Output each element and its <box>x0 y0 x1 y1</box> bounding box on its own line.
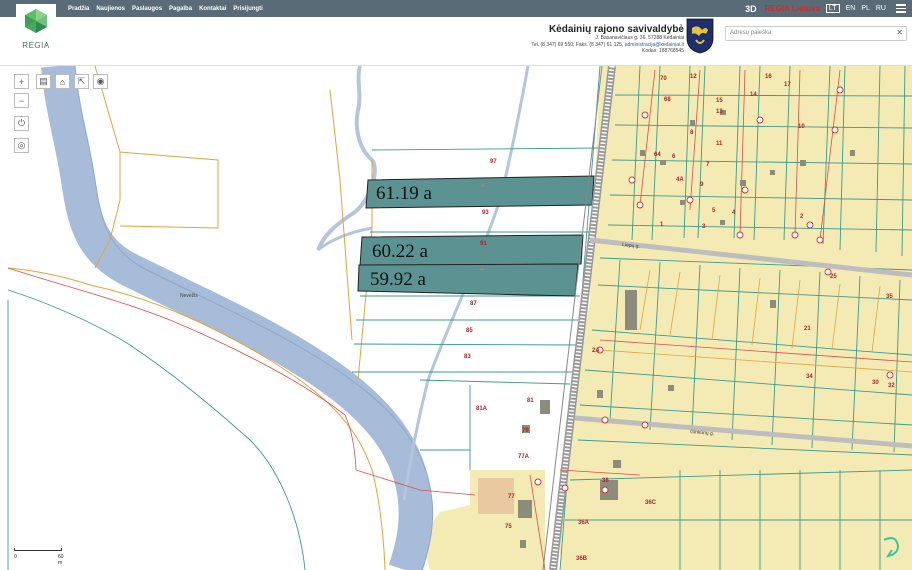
scale-label-start: 0 <box>14 554 17 560</box>
parcel-number: 36 <box>602 478 609 484</box>
top-right-controls: 3D REGIA Lietuva LT EN PL RU <box>745 0 912 17</box>
parcel-number: 17 <box>784 82 791 88</box>
mode-3d-button[interactable]: 3D <box>745 4 757 14</box>
scale-line <box>14 548 62 551</box>
parcel-number: 11 <box>716 141 723 147</box>
coat-of-arms-icon <box>686 18 714 54</box>
layers-icon[interactable]: ▤ <box>36 74 51 89</box>
municipality-phone: Tel. (8 347) 69 550; Faks. (8 347) 61 12… <box>531 41 624 48</box>
parcel-number: 35 <box>886 294 893 300</box>
lang-pl[interactable]: PL <box>861 5 870 12</box>
search-clear-icon[interactable]: ✕ <box>896 28 903 37</box>
logo-text: REGIA <box>22 41 50 50</box>
municipality-email[interactable]: administracija@kedainiai.lt <box>625 42 684 48</box>
parcel-number: 36C <box>645 500 657 506</box>
area-label-2: 60.22 a <box>372 241 429 262</box>
nav-prisijungti[interactable]: Prisijungti <box>233 6 262 12</box>
parcel-number: 64 <box>654 152 661 158</box>
target-icon[interactable]: ◉ <box>93 74 108 89</box>
regia-logo[interactable]: REGIA <box>16 4 56 58</box>
scale-label-end: 60 m <box>58 554 64 566</box>
map-canvas[interactable]: Nevėžis 61.19 a 60.22 a 59.92 a Liepų g.… <box>0 66 912 570</box>
parcel-number: 81 <box>527 398 534 404</box>
municipality-name: Kėdainių rajono savivaldybė <box>548 24 684 35</box>
nav-pradzia[interactable]: Pradžia <box>68 6 89 12</box>
parcel-number: 2A <box>592 348 600 354</box>
parcel-number: 16 <box>765 74 772 80</box>
mouse-icon[interactable]: ⌂ <box>55 74 70 89</box>
lang-ru[interactable]: RU <box>876 5 886 12</box>
parcel-number: 85 <box>466 328 473 334</box>
parcel-number: 36B <box>576 556 588 562</box>
locate-icon[interactable]: ◎ <box>14 138 29 153</box>
parcel-number: 70 <box>660 76 667 82</box>
parcel-number: 14 <box>750 92 757 98</box>
lang-en[interactable]: EN <box>846 5 856 12</box>
parcel-number: 81A <box>476 406 488 412</box>
parcel-number: 77A <box>518 454 530 460</box>
parcel-number: 30 <box>872 380 879 386</box>
header: REGIA Kėdainių rajono savivaldybė J. Bas… <box>0 4 912 66</box>
lang-lt[interactable]: LT <box>825 4 840 13</box>
address-search-input[interactable]: Adresų paieška ✕ <box>725 26 907 41</box>
area-label-3: 59.92 a <box>370 269 427 290</box>
parcel-number: 32 <box>888 383 895 389</box>
nav-paslaugos[interactable]: Paslaugos <box>132 6 162 12</box>
rotate-icon[interactable]: ⏻ <box>14 116 29 131</box>
parcel-number: 79 <box>522 428 529 434</box>
parcel-number: 25 <box>830 274 837 280</box>
parcel-number: 75 <box>505 524 512 530</box>
parcel-number: 91 <box>480 241 487 247</box>
parcel-number: 93 <box>482 210 489 216</box>
parcel-number: 77 <box>508 494 515 500</box>
area-label-1: 61.19 a <box>376 183 433 204</box>
parcel-number: 87 <box>470 301 477 307</box>
river-label: Nevėžis <box>180 293 198 299</box>
parcel-number: 21 <box>804 326 811 332</box>
export-icon[interactable]: ⇱ <box>74 74 89 89</box>
parcel-number: 34 <box>806 374 813 380</box>
parcel-number: 13 <box>716 109 723 115</box>
parcel-number: 97 <box>490 159 497 165</box>
parcel-number: 10 <box>798 124 805 130</box>
zoom-in-button[interactable]: + <box>14 74 29 89</box>
parcel-number: 4A <box>676 177 684 183</box>
nav-naujienos[interactable]: Naujienos <box>96 6 125 12</box>
parcel-number: 12 <box>690 74 697 80</box>
parcel-number: 68 <box>664 97 671 103</box>
top-bar: Pradžia Naujienos Paslaugos Pagalba Kont… <box>0 0 912 17</box>
parcel-number: 15 <box>716 98 723 104</box>
parcel-number: 36A <box>578 520 590 526</box>
nav-pagalba[interactable]: Pagalba <box>169 6 192 12</box>
parcel-number: 83 <box>464 354 471 360</box>
municipality-info: Kėdainių rajono savivaldybė J. Basanavič… <box>531 24 684 55</box>
menu-icon[interactable] <box>896 2 906 15</box>
regia-gem-icon <box>25 9 47 33</box>
regia-lietuva-link[interactable]: REGIA Lietuva <box>765 4 820 13</box>
nav-kontaktai[interactable]: Kontaktai <box>199 6 226 12</box>
zoom-out-button[interactable]: − <box>14 93 29 108</box>
top-nav: Pradžia Naujienos Paslaugos Pagalba Kont… <box>68 0 263 17</box>
search-placeholder: Adresų paieška <box>730 30 772 36</box>
municipality-code: Kodas: 188768545 <box>642 48 684 54</box>
